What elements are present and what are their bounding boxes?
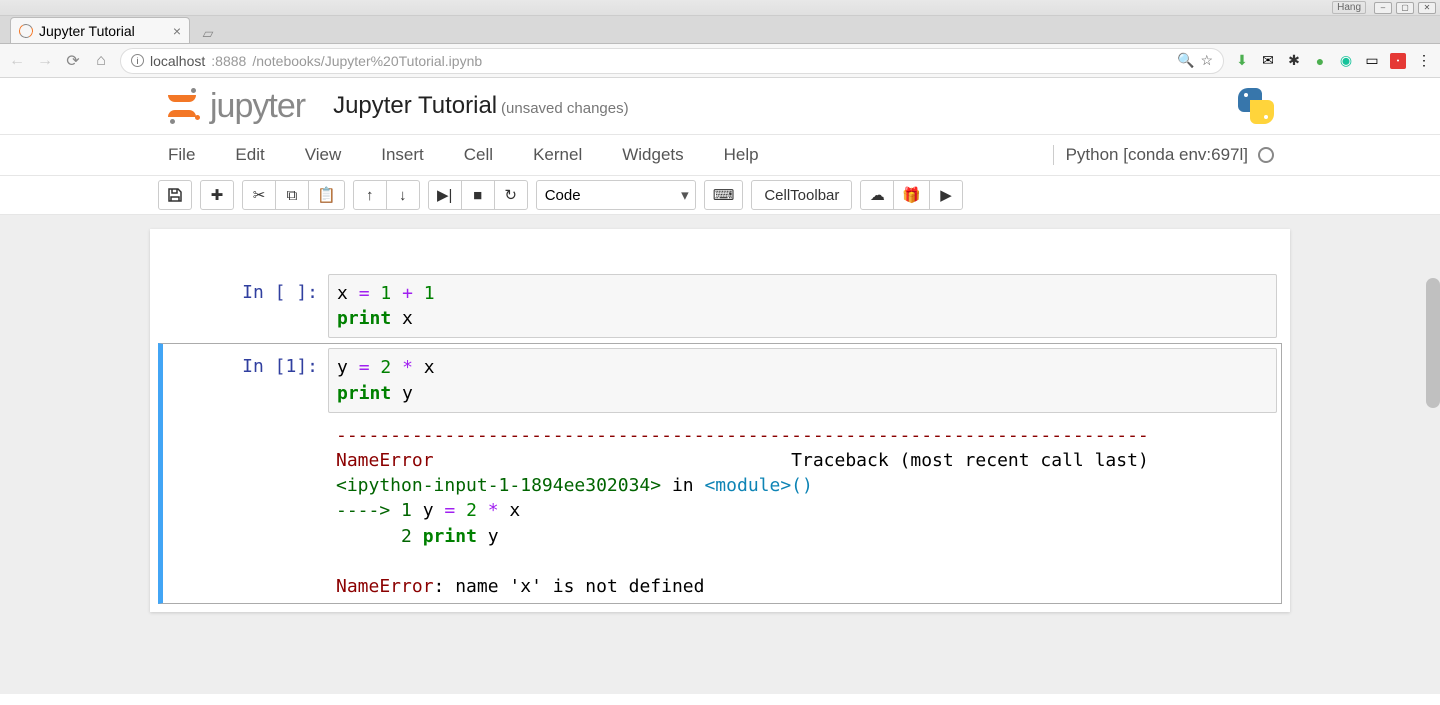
- nav-forward-icon[interactable]: →: [36, 52, 54, 70]
- new-tab-button[interactable]: ▱: [196, 23, 220, 43]
- hang-label: Hang: [1332, 1, 1366, 14]
- url-path: /notebooks/Jupyter%20Tutorial.ipynb: [252, 53, 482, 69]
- window-close-button[interactable]: ✕: [1418, 2, 1436, 14]
- save-status: (unsaved changes): [501, 100, 629, 117]
- copy-button[interactable]: ⧉: [275, 180, 309, 210]
- url-port: :8888: [211, 53, 246, 69]
- menu-file[interactable]: File: [166, 141, 197, 169]
- nbextensions-button[interactable]: 🎁: [893, 180, 930, 210]
- browser-menu-icon[interactable]: ⋮: [1416, 53, 1432, 69]
- add-cell-button[interactable]: ✚: [200, 180, 234, 210]
- cut-button[interactable]: ✂: [242, 180, 276, 210]
- ext-icon-grammarly[interactable]: ◉: [1338, 53, 1354, 69]
- nav-home-icon[interactable]: ⌂: [92, 52, 110, 70]
- kernel-name: Python [conda env:697l]: [1066, 145, 1248, 165]
- jupyter-logo-icon: [162, 86, 202, 126]
- code-cell[interactable]: In [1]: y = 2 * x print y --------------…: [158, 343, 1282, 604]
- menubar: File Edit View Insert Cell Kernel Widget…: [0, 135, 1440, 176]
- tab-title: Jupyter Tutorial: [39, 23, 135, 39]
- notebook-container: In [ ]: x = 1 + 1 print x In [1]: y = 2 …: [150, 229, 1290, 612]
- browser-urlbar: ← → ⟳ ⌂ i localhost :8888/notebooks/Jupyt…: [0, 44, 1440, 78]
- restart-button[interactable]: ↻: [494, 180, 528, 210]
- zoom-icon[interactable]: 🔍: [1177, 52, 1194, 69]
- menu-help[interactable]: Help: [722, 141, 761, 169]
- celltoolbar-button[interactable]: CellToolbar: [751, 180, 852, 210]
- code-input[interactable]: y = 2 * x print y: [328, 348, 1277, 412]
- jupyter-page: jupyter Jupyter Tutorial (unsaved change…: [0, 78, 1440, 705]
- window-minimize-button[interactable]: –: [1374, 2, 1392, 14]
- menu-cell[interactable]: Cell: [462, 141, 495, 169]
- bookmark-icon[interactable]: ☆: [1200, 52, 1213, 69]
- jupyter-header: jupyter Jupyter Tutorial (unsaved change…: [0, 78, 1440, 135]
- url-host: localhost: [150, 53, 205, 69]
- window-titlebar: Hang – ▢ ✕: [0, 0, 1440, 16]
- command-palette-button[interactable]: ⌨: [704, 180, 744, 210]
- celltype-select[interactable]: Code: [536, 180, 696, 210]
- address-bar[interactable]: i localhost :8888/notebooks/Jupyter%20Tut…: [120, 48, 1224, 74]
- run-button[interactable]: ▶|: [428, 180, 462, 210]
- code-cell[interactable]: In [ ]: x = 1 + 1 print x: [158, 269, 1282, 343]
- ext-icon-green[interactable]: ●: [1312, 53, 1328, 69]
- move-down-button[interactable]: ↓: [386, 180, 420, 210]
- menu-insert[interactable]: Insert: [379, 141, 426, 169]
- extensions-row: ⬇ ✉ ✱ ● ◉ ▭ ･ ⋮: [1234, 53, 1432, 69]
- kernel-indicator: Python [conda env:697l]: [1053, 145, 1274, 165]
- python-logo-icon: [1234, 84, 1278, 128]
- jupyter-logo-text: jupyter: [210, 87, 305, 126]
- menu-view[interactable]: View: [303, 141, 344, 169]
- window-maximize-button[interactable]: ▢: [1396, 2, 1414, 14]
- menu-widgets[interactable]: Widgets: [620, 141, 685, 169]
- input-prompt: In [ ]:: [163, 274, 328, 338]
- menu-edit[interactable]: Edit: [233, 141, 266, 169]
- interrupt-button[interactable]: ■: [461, 180, 495, 210]
- jupyter-logo[interactable]: jupyter: [162, 86, 305, 126]
- nav-reload-icon[interactable]: ⟳: [64, 51, 82, 71]
- menu-kernel[interactable]: Kernel: [531, 141, 584, 169]
- paste-button[interactable]: 📋: [308, 180, 345, 210]
- input-prompt: In [1]:: [163, 348, 328, 599]
- ext-icon-chat[interactable]: ▭: [1364, 53, 1380, 69]
- cell-output: ----------------------------------------…: [328, 413, 1277, 599]
- notebook-title[interactable]: Jupyter Tutorial: [333, 92, 497, 119]
- ext-icon-evernote[interactable]: ✱: [1286, 53, 1302, 69]
- code-input[interactable]: x = 1 + 1 print x: [328, 274, 1277, 338]
- cloud-upload-button[interactable]: ☁: [860, 180, 894, 210]
- kernel-status-icon[interactable]: [1258, 147, 1274, 163]
- notebook-area[interactable]: In [ ]: x = 1 + 1 print x In [1]: y = 2 …: [0, 215, 1440, 694]
- toolbar: ✚ ✂ ⧉ 📋 ↑ ↓ ▶| ■ ↻ Code ⌨ CellToolbar ☁ …: [0, 176, 1440, 215]
- ext-icon-mail[interactable]: ✉: [1260, 53, 1276, 69]
- browser-tab[interactable]: Jupyter Tutorial ×: [10, 17, 190, 43]
- nav-back-icon[interactable]: ←: [8, 52, 26, 70]
- ext-icon-red[interactable]: ･: [1390, 53, 1406, 69]
- presentation-button[interactable]: ▶: [929, 180, 963, 210]
- move-up-button[interactable]: ↑: [353, 180, 387, 210]
- browser-tabbar: Jupyter Tutorial × ▱: [0, 16, 1440, 44]
- tab-close-icon[interactable]: ×: [173, 23, 181, 39]
- save-button[interactable]: [158, 180, 192, 210]
- site-info-icon[interactable]: i: [131, 54, 144, 67]
- jupyter-favicon-icon: [17, 22, 34, 39]
- ext-icon-1[interactable]: ⬇: [1234, 53, 1250, 69]
